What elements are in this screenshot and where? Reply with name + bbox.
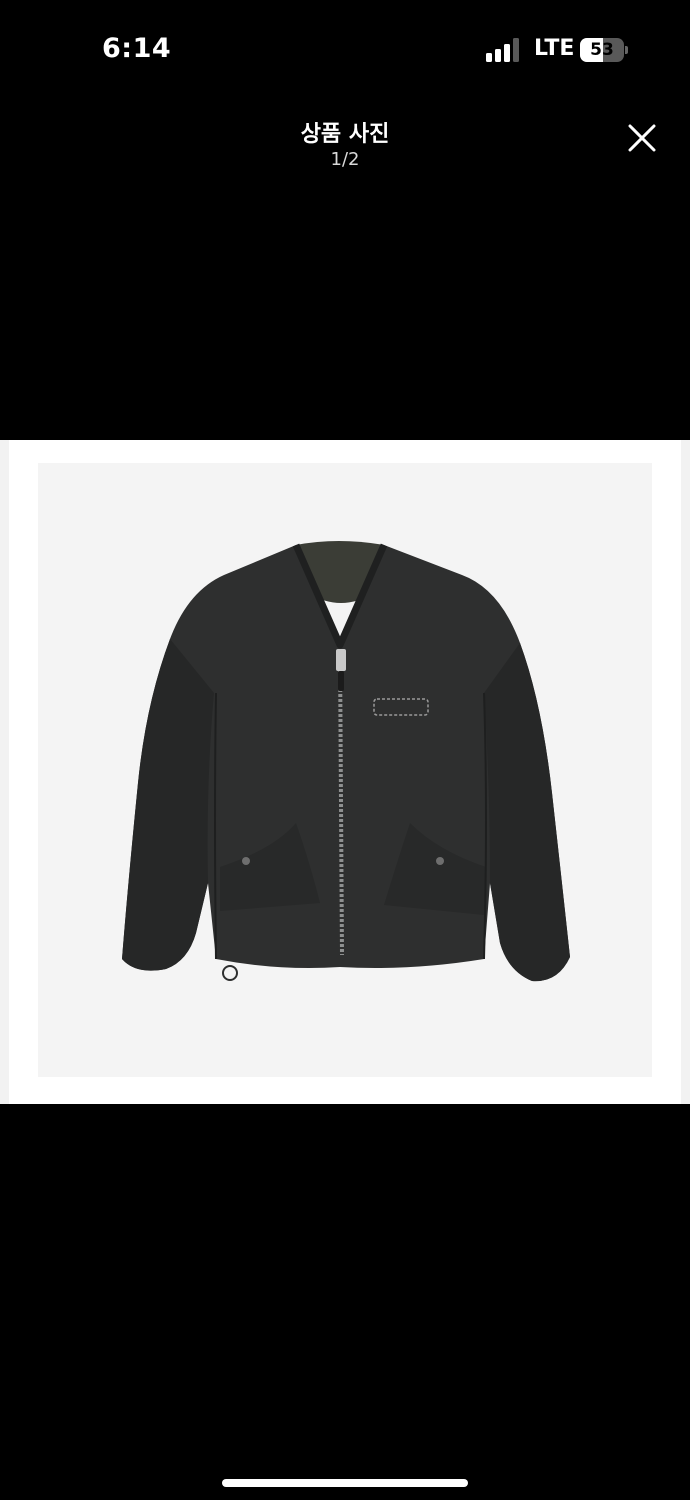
photo-counter: 1/2	[330, 149, 360, 170]
status-bar: 6:14 LTE 53	[0, 0, 690, 100]
product-photo-frame[interactable]	[0, 440, 690, 1104]
battery-cap	[625, 46, 628, 54]
close-button[interactable]	[620, 116, 664, 160]
photo-edge-right	[681, 440, 690, 1104]
network-type: LTE	[534, 36, 575, 61]
page-title: 상품 사진	[300, 122, 390, 147]
signal-bar	[495, 49, 501, 62]
battery-percent: 53	[590, 40, 614, 60]
viewer-header: 상품 사진 1/2	[0, 100, 690, 180]
battery-icon: 53	[580, 38, 628, 62]
home-indicator[interactable]	[222, 1479, 468, 1487]
cellular-signal-icon	[486, 38, 522, 62]
signal-bar	[513, 38, 519, 62]
status-time: 6:14	[102, 33, 172, 64]
product-photo	[38, 463, 652, 1077]
photo-edge-left	[0, 440, 9, 1104]
close-icon	[628, 124, 656, 152]
signal-bar	[486, 53, 492, 62]
jacket-image-icon	[122, 541, 570, 982]
signal-bar	[504, 44, 510, 62]
